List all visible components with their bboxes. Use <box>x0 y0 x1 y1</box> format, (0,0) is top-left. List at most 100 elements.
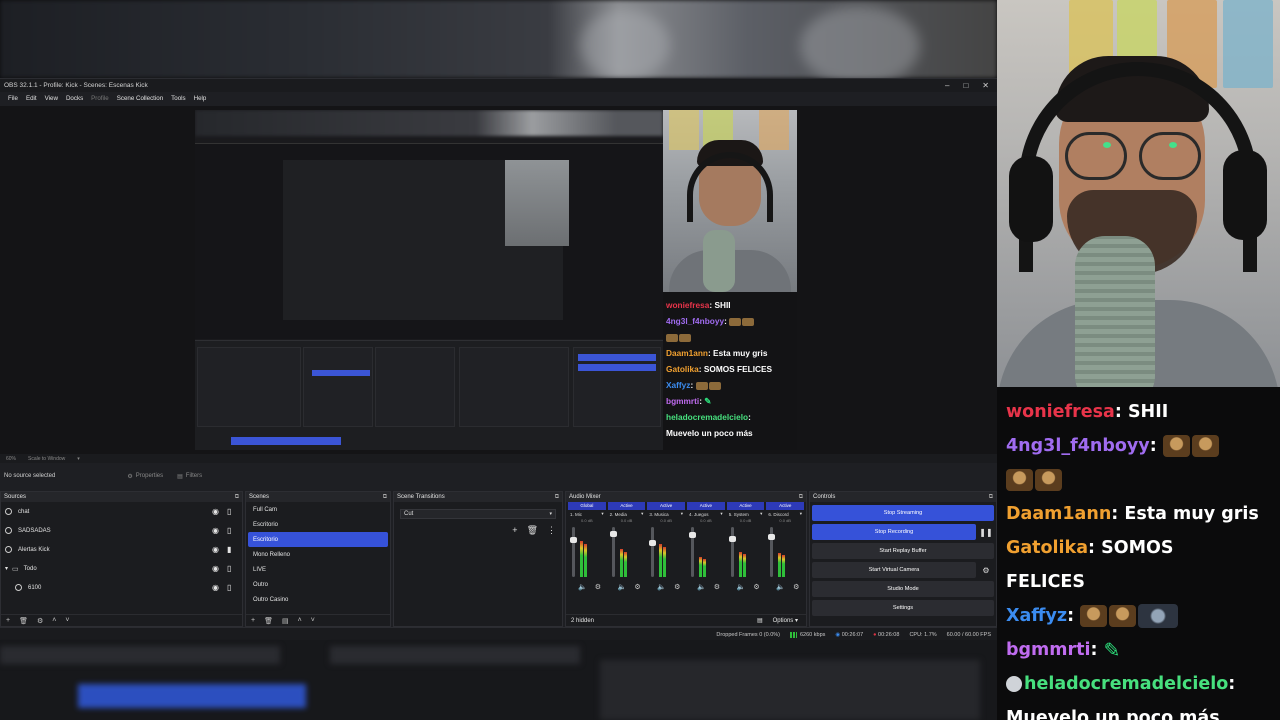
gear-icon[interactable]: ⚙ <box>674 583 680 592</box>
filters-button[interactable]: ▤ Filters <box>177 473 202 480</box>
trash-icon[interactable]: 🗑 <box>264 617 273 625</box>
menu-edit[interactable]: Edit <box>22 95 41 102</box>
gear-icon[interactable]: ⚙ <box>37 617 43 625</box>
undock-icon[interactable]: ⧉ <box>989 494 993 501</box>
lock-icon[interactable]: ▯ <box>227 526 235 535</box>
chevron-down-icon[interactable]: ▾ <box>77 456 80 462</box>
maximize-button[interactable]: □ <box>963 81 968 90</box>
mixer-channel[interactable]: Active 3. Musica ▾ 0.0 dB 🔈 ⚙ <box>647 502 686 592</box>
undock-icon[interactable]: ⧉ <box>383 494 387 501</box>
source-row-alertas[interactable]: Alertas Kick ◉ ▮ <box>1 540 242 559</box>
filter-icon[interactable]: ▤ <box>282 617 289 625</box>
volume-knob[interactable] <box>649 540 657 546</box>
menu-docks[interactable]: Docks <box>62 95 87 102</box>
add-icon[interactable]: + <box>251 617 255 624</box>
volume-knob[interactable] <box>609 531 617 537</box>
gear-icon[interactable]: ⚙ <box>634 583 640 592</box>
program-preview[interactable]: woniefresa: SHII 4ng3l_f4nboyy: Daam1ann… <box>195 110 797 450</box>
properties-button[interactable]: ⚙ Properties <box>127 473 163 480</box>
scene-item[interactable]: Full Cam <box>248 502 388 517</box>
mixer-channel[interactable]: Global 1. Mic ▾ 0.0 dB 🔈 ⚙ <box>568 502 606 592</box>
undock-icon[interactable]: ⧉ <box>235 494 239 501</box>
eye-icon[interactable]: ◉ <box>212 583 220 592</box>
volume-slider[interactable] <box>651 527 655 577</box>
speaker-icon[interactable]: 🔈 <box>578 583 587 592</box>
scene-item[interactable]: Escritorio <box>248 517 388 532</box>
speaker-icon[interactable]: 🔈 <box>657 583 666 592</box>
chevron-down-icon[interactable]: ▾ <box>800 511 802 517</box>
volume-knob[interactable] <box>728 536 736 542</box>
menu-scene-collection[interactable]: Scene Collection <box>113 95 167 102</box>
virtual-camera-button[interactable]: Start Virtual Camera <box>812 562 976 578</box>
more-icon[interactable]: ⋮ <box>547 525 556 536</box>
eye-icon[interactable]: ◉ <box>212 564 220 573</box>
chevron-down-icon[interactable]: ▾ <box>641 511 643 517</box>
zoom-percent[interactable]: 60% <box>6 456 16 462</box>
volume-knob[interactable] <box>570 537 577 543</box>
scene-item[interactable]: LIVE <box>248 562 388 577</box>
gear-icon[interactable]: ⚙ <box>595 583 601 592</box>
volume-slider[interactable] <box>730 527 734 577</box>
eye-icon[interactable]: ◉ <box>212 507 220 516</box>
settings-button[interactable]: Settings <box>812 600 994 616</box>
chevron-down-icon[interactable]: ▾ <box>720 511 722 517</box>
gear-icon[interactable]: ⚙ <box>753 583 759 592</box>
volume-knob[interactable] <box>768 534 776 540</box>
chevron-down-icon[interactable]: ▾ <box>5 565 8 572</box>
speaker-icon[interactable]: 🔈 <box>737 583 746 592</box>
replay-buffer-button[interactable]: Start Replay Buffer <box>812 543 994 559</box>
undock-icon[interactable]: ⧉ <box>555 494 559 501</box>
layout-icon[interactable]: ▤ <box>757 617 763 624</box>
speaker-icon[interactable]: 🔈 <box>697 583 706 592</box>
lock-icon[interactable]: ▮ <box>227 545 235 554</box>
zoom-mode[interactable]: Scale to Window <box>28 456 65 462</box>
studio-mode-button[interactable]: Studio Mode <box>812 581 994 597</box>
eye-icon[interactable]: ◉ <box>212 545 220 554</box>
scene-item-active[interactable]: Escritorio <box>248 532 388 547</box>
source-row-todo[interactable]: ▾ ▭ Todo ◉ ▯ <box>1 559 242 578</box>
options-button[interactable]: Options ▾ <box>773 617 798 624</box>
volume-slider[interactable] <box>572 527 575 577</box>
chevron-down-icon[interactable]: ▾ <box>681 511 683 517</box>
move-up-icon[interactable]: ˄ <box>52 617 56 624</box>
pause-icon[interactable]: ❚❚ <box>978 524 994 540</box>
trash-icon[interactable]: 🗑 <box>527 525 538 536</box>
move-down-icon[interactable]: ˅ <box>65 617 69 624</box>
menu-profile[interactable]: Profile <box>87 95 113 102</box>
move-down-icon[interactable]: ˅ <box>311 617 315 624</box>
add-icon[interactable]: + <box>512 525 517 536</box>
mixer-channel[interactable]: Active 2. Media ▾ 0.0 dB 🔈 ⚙ <box>607 502 646 592</box>
speaker-icon[interactable]: 🔈 <box>618 583 627 592</box>
close-button[interactable]: ✕ <box>982 81 989 90</box>
source-row-sadsadas[interactable]: SADSADAS ◉ ▯ <box>1 521 242 540</box>
gear-icon[interactable]: ⚙ <box>978 562 994 578</box>
lock-icon[interactable]: ▯ <box>227 583 235 592</box>
minimize-button[interactable]: – <box>945 81 949 90</box>
mixer-channel[interactable]: Active 5. System ▾ 0.0 dB 🔈 ⚙ <box>726 502 765 592</box>
menu-tools[interactable]: Tools <box>167 95 189 102</box>
hidden-count[interactable]: 2 hidden <box>571 618 594 624</box>
menu-view[interactable]: View <box>41 95 62 102</box>
menu-help[interactable]: Help <box>190 95 211 102</box>
lock-icon[interactable]: ▯ <box>227 564 235 573</box>
source-row-6100[interactable]: 6100 ◉ ▯ <box>1 578 242 597</box>
add-icon[interactable]: + <box>6 617 10 624</box>
mixer-channel[interactable]: Active 4. Juegos ▾ 0.0 dB 🔈 ⚙ <box>687 502 725 592</box>
gear-icon[interactable]: ⚙ <box>793 583 799 592</box>
scene-item[interactable]: Mono Relleno <box>248 547 388 562</box>
scene-item[interactable]: Outro Casino <box>248 592 388 607</box>
menu-file[interactable]: File <box>4 95 22 102</box>
gear-icon[interactable]: ⚙ <box>714 583 720 592</box>
chevron-down-icon[interactable]: ▾ <box>760 511 762 517</box>
chevron-down-icon[interactable]: ▾ <box>601 511 603 517</box>
move-up-icon[interactable]: ˄ <box>298 617 302 624</box>
volume-knob[interactable] <box>689 532 697 538</box>
eye-icon[interactable]: ◉ <box>212 526 220 535</box>
undock-icon[interactable]: ⧉ <box>799 494 803 501</box>
speaker-icon[interactable]: 🔈 <box>776 583 785 592</box>
mixer-channel[interactable]: Active 6. Discord ▾ 0.0 dB 🔈 ⚙ <box>766 502 805 592</box>
trash-icon[interactable]: 🗑 <box>19 617 28 625</box>
stop-recording-button[interactable]: Stop Recording <box>812 524 976 540</box>
stop-streaming-button[interactable]: Stop Streaming <box>812 505 994 521</box>
source-row-chat[interactable]: chat ◉ ▯ <box>1 502 242 521</box>
